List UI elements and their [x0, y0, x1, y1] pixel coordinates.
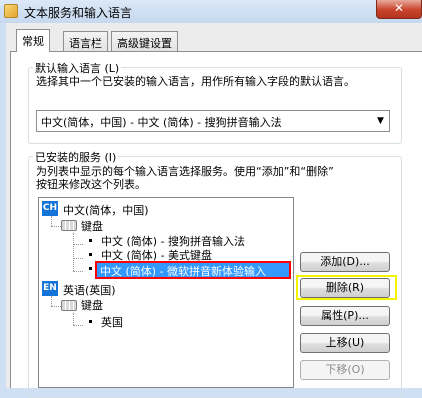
default-language-description: 选择其中一个已安装的输入语言，用作所有输入字段的默认语言。	[36, 75, 355, 88]
installed-services-description-line1: 为列表中显示的每个输入语言选择服务。使用“添加”和“删除”	[36, 165, 334, 178]
language-icon-ch: CH	[42, 201, 58, 216]
tree-node-keyboard[interactable]: 键盘	[81, 218, 103, 234]
tree-node-language-english[interactable]: 英语(英国)	[63, 282, 116, 298]
tab-general[interactable]: 常规	[16, 29, 50, 52]
default-language-legend: 默认输入语言 (L)	[33, 60, 122, 76]
add-button[interactable]: 添加(D)...	[300, 252, 390, 272]
bullet-icon	[89, 320, 92, 323]
tree-connector	[51, 216, 52, 226]
move-up-button[interactable]: 上移(U)	[300, 333, 390, 353]
tree-node-service[interactable]: 中文 (简体) - 美式键盘	[101, 247, 212, 263]
tree-connector	[51, 296, 52, 306]
keyboard-icon	[61, 220, 77, 231]
default-language-select[interactable]: 中文(简体，中国) - 中文 (简体) - 搜狗拼音输入法 ▼	[36, 110, 390, 132]
tree-node-service-selected[interactable]: 中文 (简体) - 微软拼音新体验输入	[95, 261, 291, 279]
tree-connector	[73, 271, 83, 272]
properties-button[interactable]: 属性(P)...	[300, 306, 390, 326]
tree-node-language-chinese[interactable]: 中文(简体，中国)	[63, 202, 149, 218]
window-title: 文本服务和输入语言	[24, 6, 133, 20]
tree-connector	[73, 244, 83, 245]
tab-language-bar[interactable]: 语言栏	[63, 31, 108, 51]
installed-services-tree[interactable]: CH 中文(简体，中国) 键盘 中文 (简体) - 搜狗拼音输入法 中文 (简体…	[38, 197, 294, 388]
tree-connector	[51, 226, 61, 227]
title-bar: 文本服务和输入语言 ✕	[0, 0, 422, 23]
chevron-down-icon[interactable]: ▼	[372, 111, 389, 131]
selected-service-label: 中文 (简体) - 微软拼音新体验输入	[100, 265, 267, 278]
bullet-icon	[89, 239, 92, 242]
tree-connector	[51, 306, 61, 307]
tree-node-service[interactable]: 英国	[101, 314, 123, 330]
bullet-icon	[89, 253, 92, 256]
tree-connector	[73, 258, 83, 259]
tab-advanced-key-settings[interactable]: 高级键设置	[111, 31, 178, 51]
tree-node-keyboard[interactable]: 键盘	[81, 297, 103, 313]
tree-connector	[73, 325, 83, 326]
keyboard-icon	[61, 300, 77, 311]
default-language-value: 中文(简体，中国) - 中文 (简体) - 搜狗拼音输入法	[41, 116, 282, 129]
installed-services-legend: 已安装的服务 (I)	[33, 149, 119, 165]
bullet-icon	[89, 267, 92, 270]
tree-connector	[73, 313, 74, 325]
close-button[interactable]: ✕	[376, 0, 422, 19]
language-icon-en: EN	[42, 281, 58, 296]
move-down-button[interactable]: 下移(O)	[300, 360, 390, 380]
installed-services-description-line2: 按钮来修改这个列表。	[36, 178, 146, 191]
keyboard-flag-icon	[4, 4, 18, 18]
tree-connector	[73, 233, 74, 271]
remove-button-highlight	[296, 275, 397, 300]
